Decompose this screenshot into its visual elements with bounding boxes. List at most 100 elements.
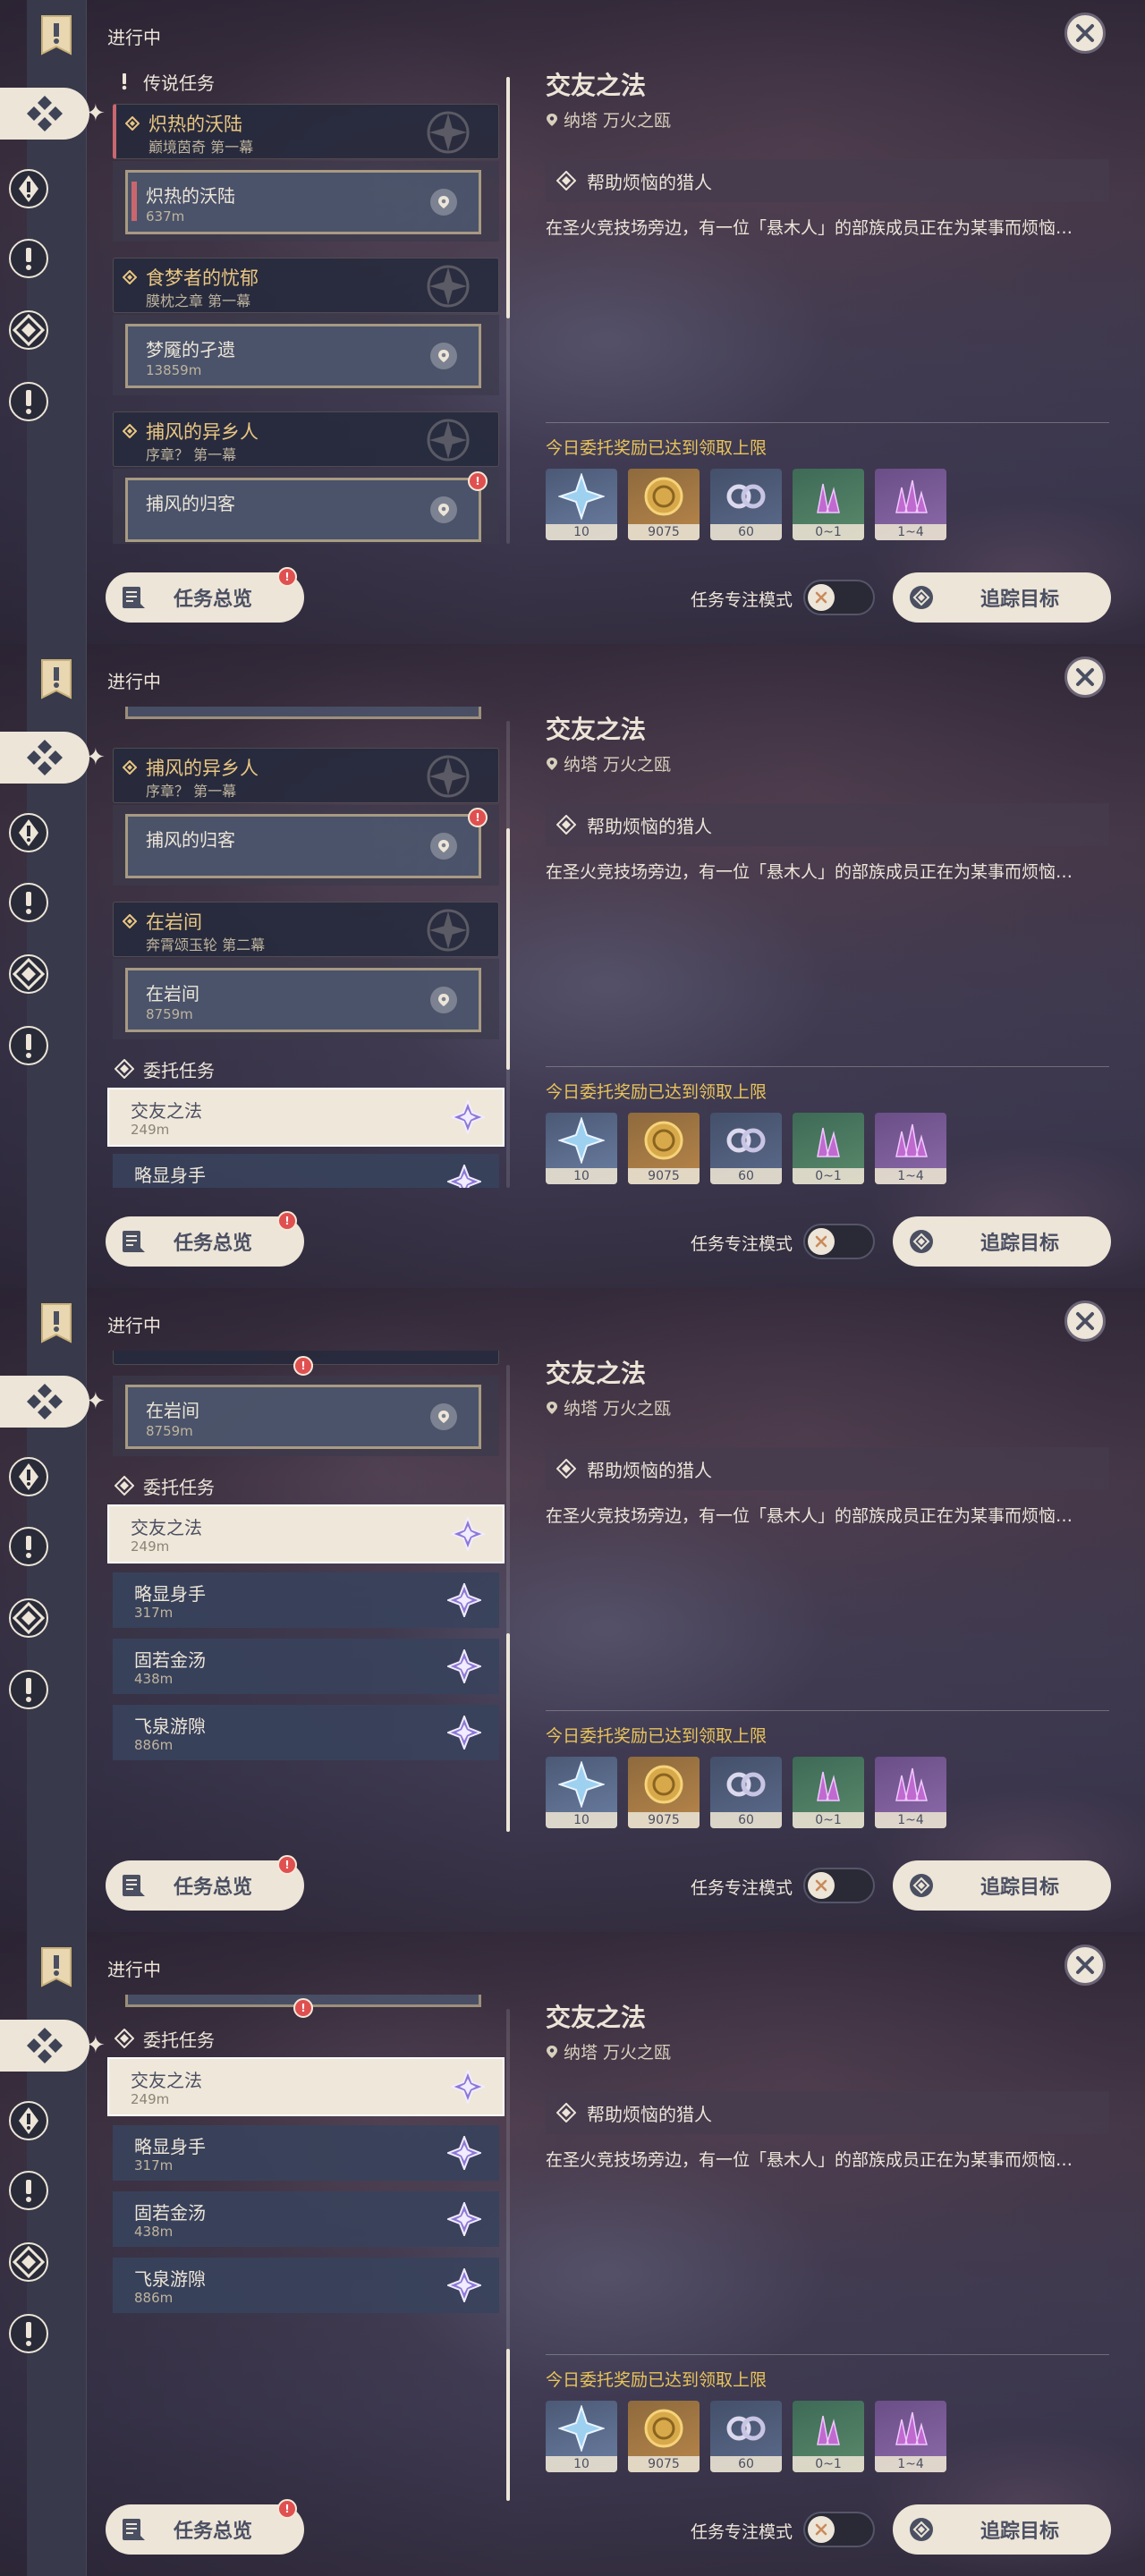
reward-slot[interactable]: 9075 [628, 1757, 700, 1828]
rail-world-button[interactable] [3, 1592, 55, 1644]
rail-all-quests-button[interactable] [0, 88, 89, 140]
legend-arc-header[interactable]: 在岩间 奔霄颂玉轮 第二幕 [113, 902, 499, 957]
arc-chapter: 奔霄颂玉轮 第二幕 [146, 936, 266, 953]
reward-slot[interactable]: 9075 [628, 469, 700, 540]
track-target-button[interactable]: 追踪目标 [893, 1860, 1111, 1911]
commission-item[interactable]: 飞泉游隙 886m [113, 2258, 499, 2313]
rail-story-button[interactable] [3, 877, 55, 928]
reward-slot[interactable]: 10 [546, 1113, 617, 1184]
close-button[interactable] [1064, 13, 1106, 54]
reward-slot[interactable]: 10 [546, 2401, 617, 2472]
reward-slot[interactable]: 10 [546, 469, 617, 540]
commission-item[interactable]: 固若金汤 438m [113, 2191, 499, 2247]
scrollbar-thumb[interactable] [506, 77, 510, 318]
rail-archon-button[interactable] [3, 2095, 55, 2147]
commission-item[interactable]: 交友之法 249m [107, 1088, 505, 1147]
reward-slot[interactable]: 10 [546, 1757, 617, 1828]
quest-list[interactable]: 13859m 捕风的异乡人 序章？ 第一幕 捕风的归客 ! 在岩间 奔霄颂玉轮 … [106, 707, 508, 1188]
rail-event-button[interactable] [3, 2308, 55, 2360]
legend-quest-item[interactable]: 捕风的归客 ! [125, 808, 488, 878]
quest-overview-button[interactable]: 任务总览 ! [106, 567, 304, 623]
rail-story-button[interactable] [3, 233, 55, 284]
legend-quest-item[interactable]: 在岩间 8759m [125, 1385, 481, 1449]
legend-quest-item[interactable]: 梦魇的孑遗 13859m [125, 324, 481, 388]
reward-slot[interactable]: 0~1 [793, 1113, 864, 1184]
quest-overview-button[interactable]: 任务总览 ! [106, 1211, 304, 1267]
commission-star-icon [447, 2136, 481, 2170]
quest-list[interactable]: 传说任务 炽热的沃陆 巅境茵奇 第一幕 炽热的沃陆 637m 食梦者的忧郁 膜枕… [106, 63, 508, 544]
rail-event-button[interactable] [3, 1664, 55, 1716]
reward-slot[interactable]: 60 [710, 1113, 782, 1184]
rail-world-button[interactable] [3, 948, 55, 1000]
focus-mode-toggle[interactable] [803, 1868, 875, 1903]
commission-star-icon [447, 1649, 481, 1683]
reward-slot[interactable]: 0~1 [793, 2401, 864, 2472]
focus-mode-toggle[interactable] [803, 1224, 875, 1259]
navigate-pin-button[interactable] [430, 496, 457, 523]
navigate-pin-button[interactable] [430, 1403, 457, 1430]
legend-arc-header[interactable]: 食梦者的忧郁 膜枕之章 第一幕 [113, 258, 499, 313]
close-button[interactable] [1064, 657, 1106, 698]
reward-slot[interactable]: 0~1 [793, 469, 864, 540]
reward-slot[interactable]: 1~4 [875, 2401, 946, 2472]
rail-all-quests-button[interactable] [0, 732, 89, 784]
legend-arc-header[interactable]: 炽热的沃陆 巅境茵奇 第一幕 [113, 104, 499, 159]
track-target-button[interactable]: 追踪目标 [893, 572, 1111, 623]
quest-list-scrollbar[interactable] [506, 2009, 510, 2501]
scrollbar-thumb[interactable] [506, 1633, 510, 1832]
rail-story-button[interactable] [3, 1521, 55, 1572]
focus-mode-toggle[interactable] [803, 580, 875, 615]
quest-list-scrollbar[interactable] [506, 1365, 510, 1832]
rail-event-button[interactable] [3, 1020, 55, 1072]
rail-world-button[interactable] [3, 304, 55, 356]
rail-archon-button[interactable] [3, 807, 55, 859]
scrollbar-thumb[interactable] [506, 828, 510, 1070]
navigate-pin-button[interactable] [430, 189, 457, 216]
navigate-pin-button[interactable] [430, 833, 457, 860]
close-button[interactable] [1064, 1945, 1106, 1986]
commission-item[interactable]: 交友之法 249m [107, 1504, 505, 1563]
reward-slot[interactable]: 60 [710, 469, 782, 540]
reward-slot[interactable]: 1~4 [875, 1757, 946, 1828]
reward-slot[interactable]: 60 [710, 2401, 782, 2472]
rail-archon-button[interactable] [3, 163, 55, 215]
track-target-button[interactable]: 追踪目标 [893, 1216, 1111, 1267]
navigate-pin-button[interactable] [430, 343, 457, 369]
rail-all-quests-button[interactable] [0, 1376, 89, 1428]
rail-all-quests-button[interactable] [0, 2020, 89, 2072]
quest-list-scrollbar[interactable] [506, 77, 510, 544]
rail-archon-button[interactable] [3, 1451, 55, 1503]
navigate-pin-button[interactable] [430, 987, 457, 1013]
reward-slot[interactable]: 9075 [628, 1113, 700, 1184]
track-target-button[interactable]: 追踪目标 [893, 2504, 1111, 2555]
close-button[interactable] [1064, 1301, 1106, 1342]
commission-item[interactable]: 固若金汤 438m [113, 1639, 499, 1694]
quest-list[interactable]: 奔霄颂玉轮 第二幕 ! 在岩间 8759m 委托任务 交友之法 249m 略显身… [106, 1351, 508, 1832]
legend-arc-header[interactable]: 捕风的异乡人 序章？ 第一幕 [113, 411, 499, 467]
quest-list-scrollbar[interactable] [506, 721, 510, 1188]
quest-list[interactable]: 8759m! 委托任务 交友之法 249m 略显身手 317m 固若金汤 438… [106, 1995, 508, 2476]
quest-overview-button[interactable]: 任务总览 ! [106, 2499, 304, 2555]
reward-slot[interactable]: 1~4 [875, 1113, 946, 1184]
commission-item[interactable]: 略显身手 317m [113, 1572, 499, 1628]
scrollbar-thumb[interactable] [506, 2349, 510, 2501]
commission-item[interactable]: 略显身手 317m [113, 1154, 499, 1188]
rail-world-button[interactable] [3, 2236, 55, 2288]
legend-quest-item[interactable]: 捕风的归客 ! [125, 471, 488, 542]
commission-item[interactable]: 飞泉游隙 886m [113, 1705, 499, 1760]
reward-slot[interactable]: 9075 [628, 2401, 700, 2472]
reward-slot[interactable]: 60 [710, 1757, 782, 1828]
focus-mode-toggle[interactable] [803, 2512, 875, 2547]
legend-arc-header[interactable]: 捕风的异乡人 序章？ 第一幕 [113, 748, 499, 803]
reward-count: 1~4 [875, 2456, 946, 2472]
partial-quest-item[interactable]: 13859m [125, 707, 481, 719]
legend-quest-item[interactable]: 炽热的沃陆 637m [125, 170, 481, 234]
rail-story-button[interactable] [3, 2165, 55, 2216]
commission-item[interactable]: 略显身手 317m [113, 2125, 499, 2181]
commission-item[interactable]: 交友之法 249m [107, 2057, 505, 2116]
rail-event-button[interactable] [3, 376, 55, 428]
reward-slot[interactable]: 1~4 [875, 469, 946, 540]
reward-slot[interactable]: 0~1 [793, 1757, 864, 1828]
legend-quest-item[interactable]: 在岩间 8759m [125, 968, 481, 1032]
quest-overview-button[interactable]: 任务总览 ! [106, 1855, 304, 1911]
